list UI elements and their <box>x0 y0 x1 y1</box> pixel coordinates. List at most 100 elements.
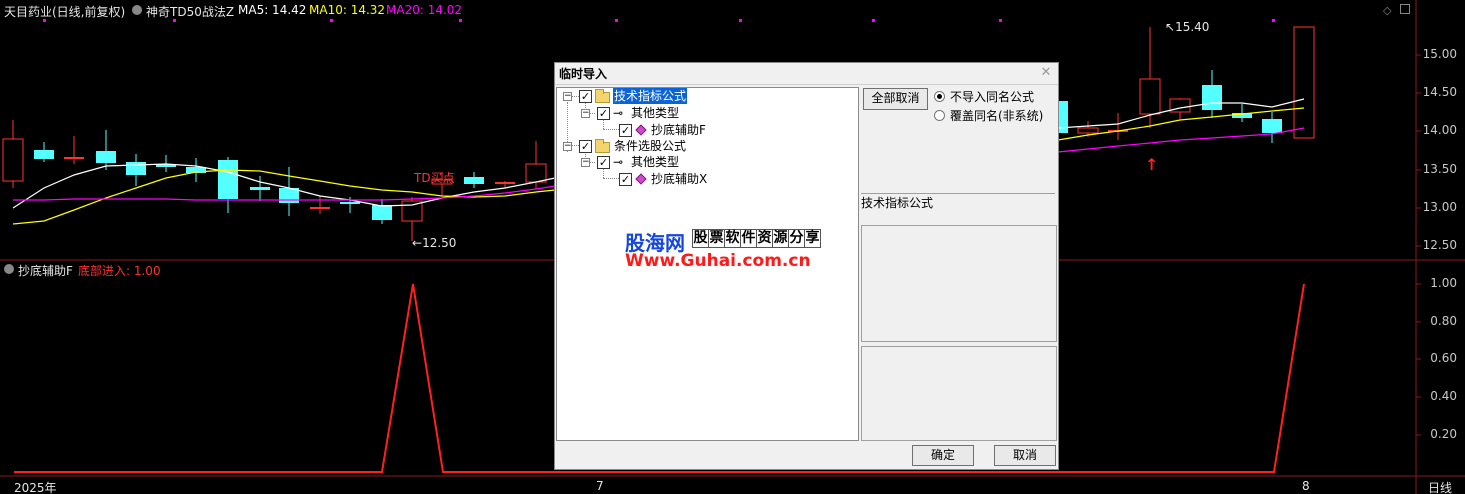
signal-dot <box>459 19 462 22</box>
period-label[interactable]: 日线 <box>1428 479 1452 494</box>
import-dialog: 临时导入 ✕ − ✓ 技术指标公式 − ✓ ⊸ 其他类型 ✓ 抄底辅助F − ✓… <box>554 62 1059 470</box>
collapse-icon[interactable]: − <box>563 142 572 151</box>
collapse-icon[interactable]: − <box>581 158 590 167</box>
key-icon: ⊸ <box>613 155 624 169</box>
sub-toggle-icon[interactable] <box>4 264 14 274</box>
signal-dot <box>330 19 333 22</box>
cancel-all-button[interactable]: 全部取消 <box>863 88 928 110</box>
watermark-slogan: 股票软件资源分享 <box>692 229 821 248</box>
ok-button[interactable]: 确定 <box>912 445 974 466</box>
tree-label-stock-selection: 条件选股公式 <box>614 139 687 153</box>
sub-axis-label: 1.00 <box>1430 276 1457 290</box>
diamond-icon[interactable]: ◇ <box>1383 4 1391 17</box>
candle-body <box>96 151 116 163</box>
watermark-slogan-char: 享 <box>804 229 821 248</box>
candle-body <box>2 138 24 182</box>
formula-diamond-icon <box>635 173 647 185</box>
indicator-toggle-icon[interactable] <box>132 5 142 15</box>
price-axis-label: 15.00 <box>1422 47 1457 61</box>
signal-dot <box>615 19 618 22</box>
collapse-icon[interactable]: − <box>563 92 572 101</box>
sub-axis-label: 0.20 <box>1430 427 1457 441</box>
tree-item-formula-f[interactable]: ✓ 抄底辅助F <box>557 122 857 138</box>
candle-body <box>218 160 238 199</box>
sub-axis-label: 0.80 <box>1430 314 1457 328</box>
candle-body <box>1202 85 1222 110</box>
candle-body <box>372 205 392 220</box>
info-label: 技术指标公式 <box>861 196 934 210</box>
candle-body <box>1077 127 1099 134</box>
sub-axis-label: 0.40 <box>1430 389 1457 403</box>
watermark-slogan-char: 分 <box>788 229 805 248</box>
stock-title: 天目药业(日线,前复权) <box>4 5 126 19</box>
checkbox-stock-selection[interactable]: ✓ <box>579 140 592 153</box>
checkbox-formula-f[interactable]: ✓ <box>619 124 632 137</box>
description-panel <box>861 225 1057 342</box>
sub-indicator-name: 抄底辅助F <box>18 264 73 278</box>
low-price-annotation: ←12.50 <box>412 236 457 250</box>
checkbox-other-type-1[interactable]: ✓ <box>597 107 610 120</box>
tree-label-formula-x: 抄底辅助X <box>651 172 708 186</box>
time-axis-mid: 7 <box>596 479 604 493</box>
price-axis-label: 13.00 <box>1422 200 1457 214</box>
time-axis-right: 8 <box>1302 479 1310 493</box>
candle-body <box>1139 78 1161 115</box>
radio-skip-same-name-label[interactable]: 不导入同名公式 <box>950 88 1034 105</box>
signal-dot <box>999 19 1002 22</box>
tree-item-other-type-2[interactable]: − ✓ ⊸ 其他类型 <box>557 154 857 170</box>
candle-body <box>250 187 270 190</box>
cancel-button[interactable]: 取消 <box>994 445 1056 466</box>
watermark-slogan-char: 票 <box>708 229 725 248</box>
price-axis-label: 14.50 <box>1422 85 1457 99</box>
candle-body <box>525 163 547 183</box>
radio-overwrite-same-name-label[interactable]: 覆盖同名(非系统) <box>950 107 1043 124</box>
candle-body <box>401 200 423 222</box>
collapse-icon[interactable]: − <box>581 109 590 118</box>
folder-icon <box>595 89 610 103</box>
price-axis-label: 14.00 <box>1422 123 1457 137</box>
maximize-icon[interactable] <box>1400 4 1410 14</box>
tree-label-formula-f: 抄底辅助F <box>651 123 706 137</box>
dialog-title: 临时导入 <box>555 63 1058 85</box>
formula-diamond-icon <box>635 124 647 136</box>
buy-arrow-icon: ↑ <box>1145 155 1159 174</box>
tree-item-stock-selection[interactable]: − ✓ 条件选股公式 <box>557 138 857 154</box>
checkbox-other-type-2[interactable]: ✓ <box>597 156 610 169</box>
tree-item-other-type-1[interactable]: − ✓ ⊸ 其他类型 <box>557 105 857 121</box>
sub-axis-label: 0.60 <box>1430 351 1457 365</box>
ma5-label: MA5: 14.42 <box>238 3 307 17</box>
td-signal-label: TD买点 <box>414 171 455 185</box>
watermark-slogan-char: 软 <box>724 229 741 248</box>
detail-panel <box>861 346 1057 441</box>
key-icon: ⊸ <box>613 106 624 120</box>
tree-item-formula-x[interactable]: ✓ 抄底辅助X <box>557 171 857 187</box>
candle-body <box>340 202 360 204</box>
tree-label-other-type-2: 其他类型 <box>631 155 680 169</box>
radio-overwrite-same-name[interactable] <box>934 110 945 121</box>
close-icon[interactable]: ✕ <box>1038 65 1054 81</box>
watermark-slogan-char: 股 <box>692 229 709 248</box>
candle-body <box>1262 119 1282 133</box>
candle-body <box>126 162 146 175</box>
tree-label-technical-indicators: 技术指标公式 <box>613 88 688 104</box>
price-axis-label: 12.50 <box>1422 238 1457 252</box>
indicator-name: 神奇TD50战法Z <box>146 5 235 19</box>
candle-body <box>1293 26 1315 139</box>
tree-label-other-type-1: 其他类型 <box>631 106 680 120</box>
checkbox-technical-indicators[interactable]: ✓ <box>579 90 592 103</box>
folder-icon <box>595 139 610 153</box>
watermark-slogan-char: 资 <box>756 229 773 248</box>
time-axis-year: 2025年 <box>14 481 57 494</box>
tree-item-technical-indicators[interactable]: − ✓ 技术指标公式 <box>557 88 857 104</box>
watermark-slogan-char: 源 <box>772 229 789 248</box>
checkbox-formula-x[interactable]: ✓ <box>619 173 632 186</box>
signal-dot <box>739 19 742 22</box>
ma10-label: MA10: 14.32 <box>309 3 386 17</box>
candle-body <box>34 150 54 159</box>
candle-body <box>464 177 484 184</box>
watermark-url: Www.Guhai.com.cn <box>625 251 811 271</box>
sub-indicator-value: 底部进入: 1.00 <box>78 264 161 278</box>
watermark-slogan-char: 件 <box>740 229 757 248</box>
signal-dot <box>872 19 875 22</box>
radio-skip-same-name[interactable] <box>934 91 945 102</box>
